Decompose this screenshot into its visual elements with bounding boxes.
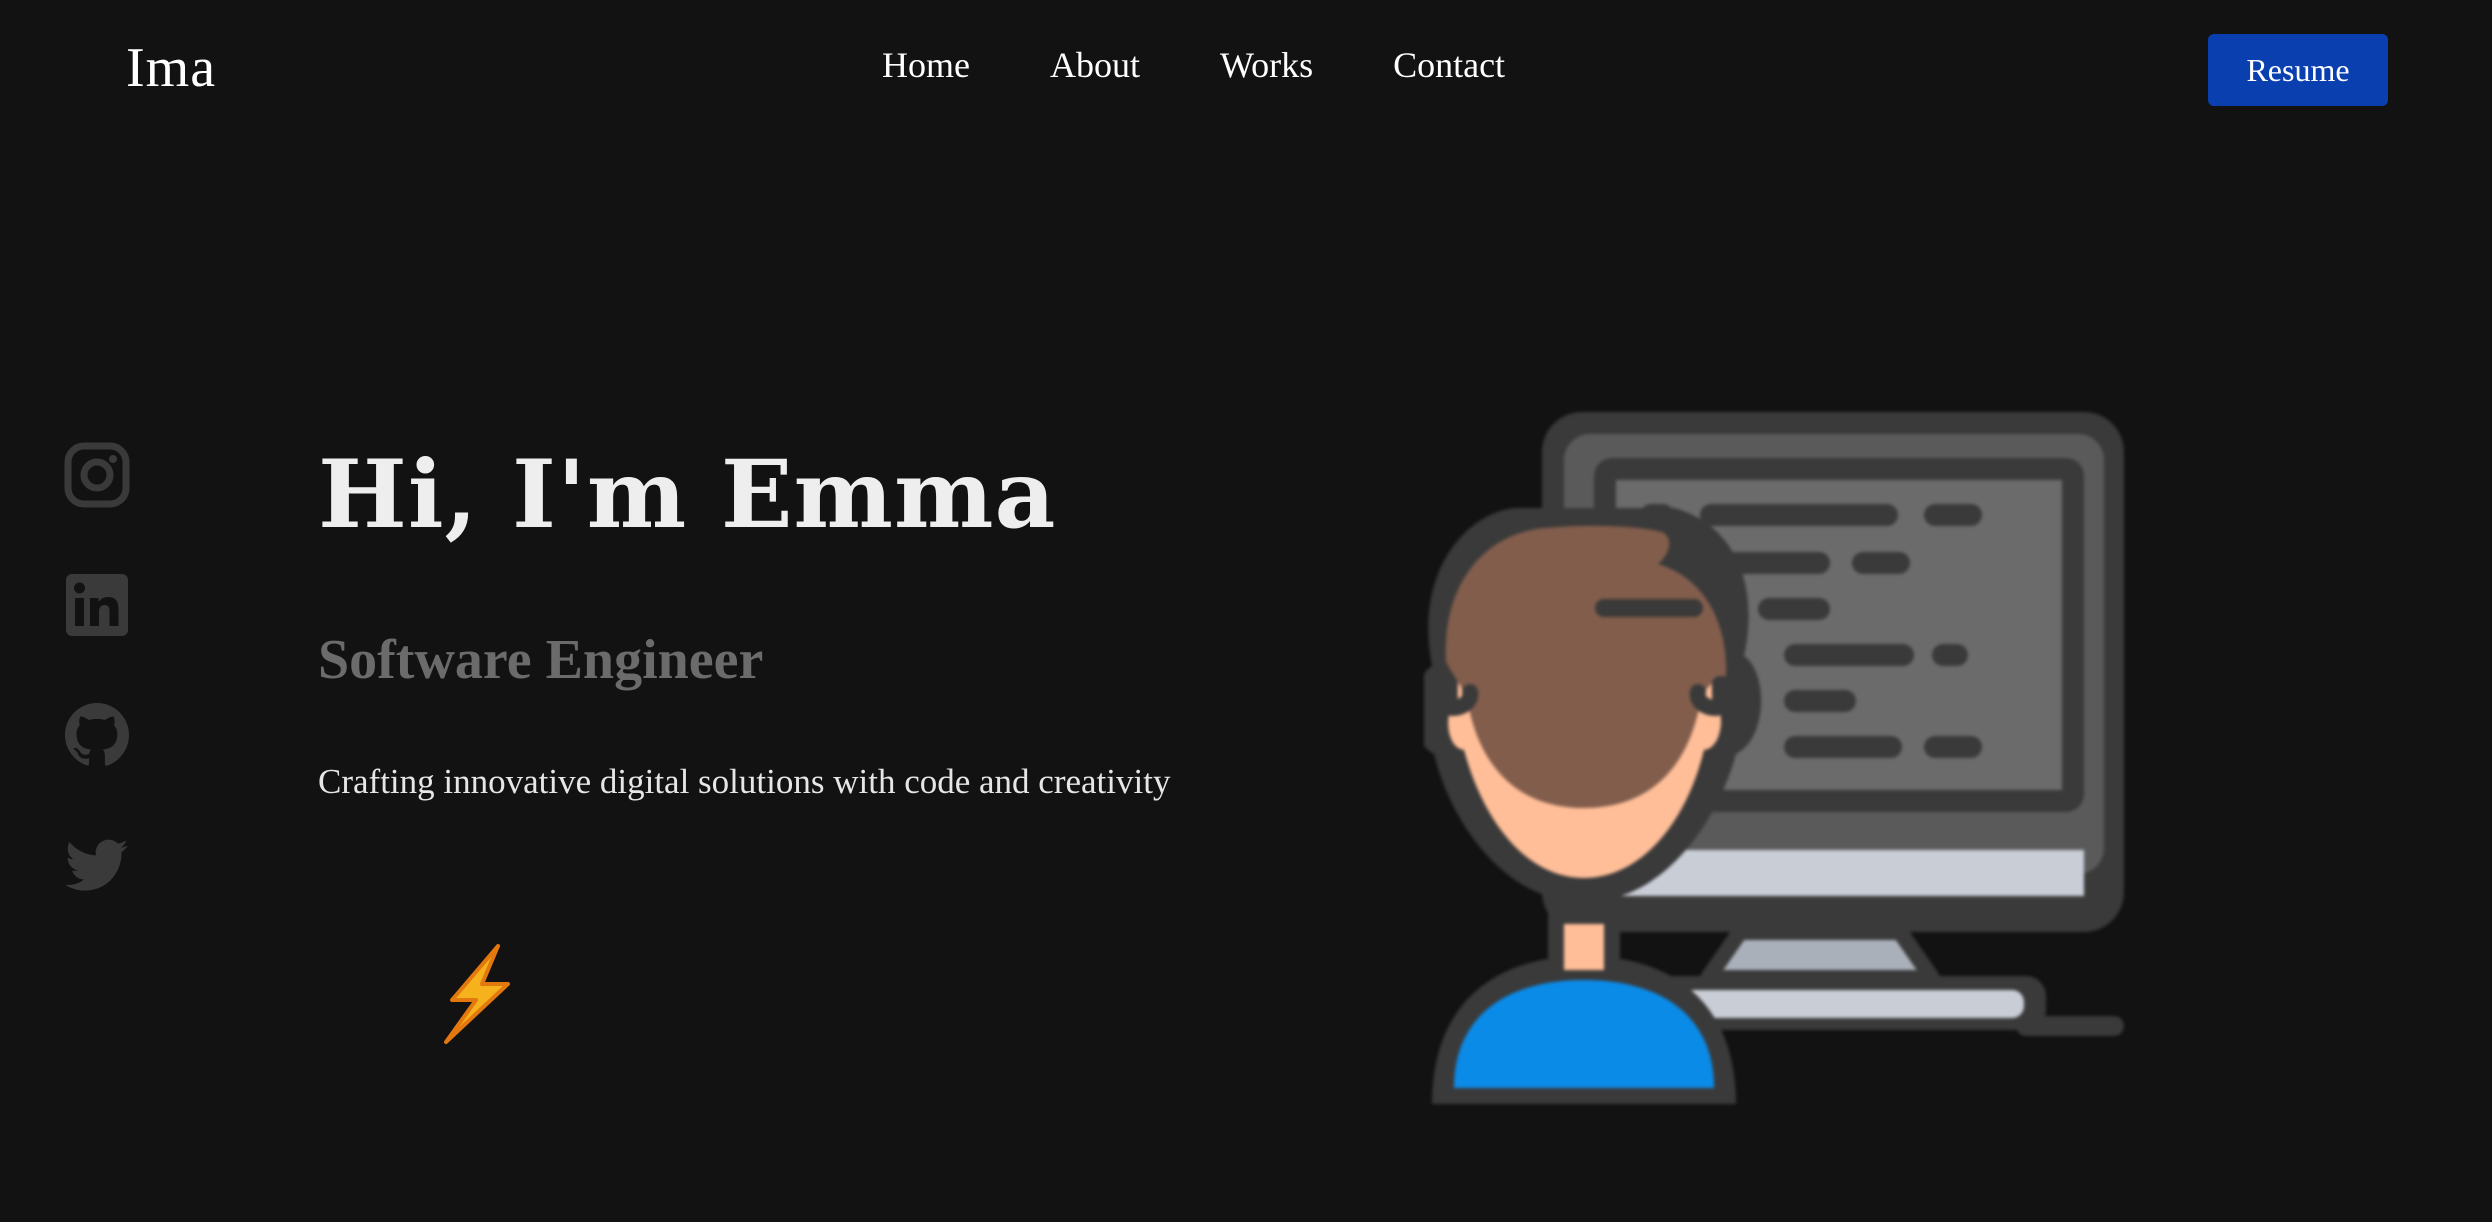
linkedin-link[interactable] bbox=[64, 572, 130, 638]
developer-at-computer-illustration bbox=[1424, 412, 2124, 1104]
twitter-link[interactable] bbox=[64, 832, 130, 898]
github-icon bbox=[65, 703, 129, 766]
twitter-icon bbox=[65, 839, 128, 891]
main-nav: Home About Works Contact bbox=[882, 44, 1505, 86]
hero-role: Software Engineer bbox=[318, 629, 764, 691]
nav-contact-link[interactable]: Contact bbox=[1393, 44, 1505, 86]
hero-tagline: Crafting innovative digital solutions wi… bbox=[318, 762, 1171, 801]
nav-home-link[interactable]: Home bbox=[882, 44, 970, 86]
nav-works-link[interactable]: Works bbox=[1220, 44, 1313, 86]
page: Ima Home About Works Contact Resume Hi, … bbox=[0, 0, 2492, 1222]
hero-title: Hi, I'm Emma bbox=[318, 440, 1057, 550]
resume-button[interactable]: Resume bbox=[2208, 34, 2388, 106]
site-logo[interactable]: Ima bbox=[126, 36, 216, 100]
linkedin-icon bbox=[66, 574, 128, 636]
social-links bbox=[64, 442, 130, 962]
github-link[interactable] bbox=[64, 702, 130, 768]
instagram-icon bbox=[64, 442, 130, 508]
lightning-bolt-icon bbox=[444, 944, 510, 1044]
nav-about-link[interactable]: About bbox=[1050, 44, 1140, 86]
instagram-link[interactable] bbox=[64, 442, 130, 508]
